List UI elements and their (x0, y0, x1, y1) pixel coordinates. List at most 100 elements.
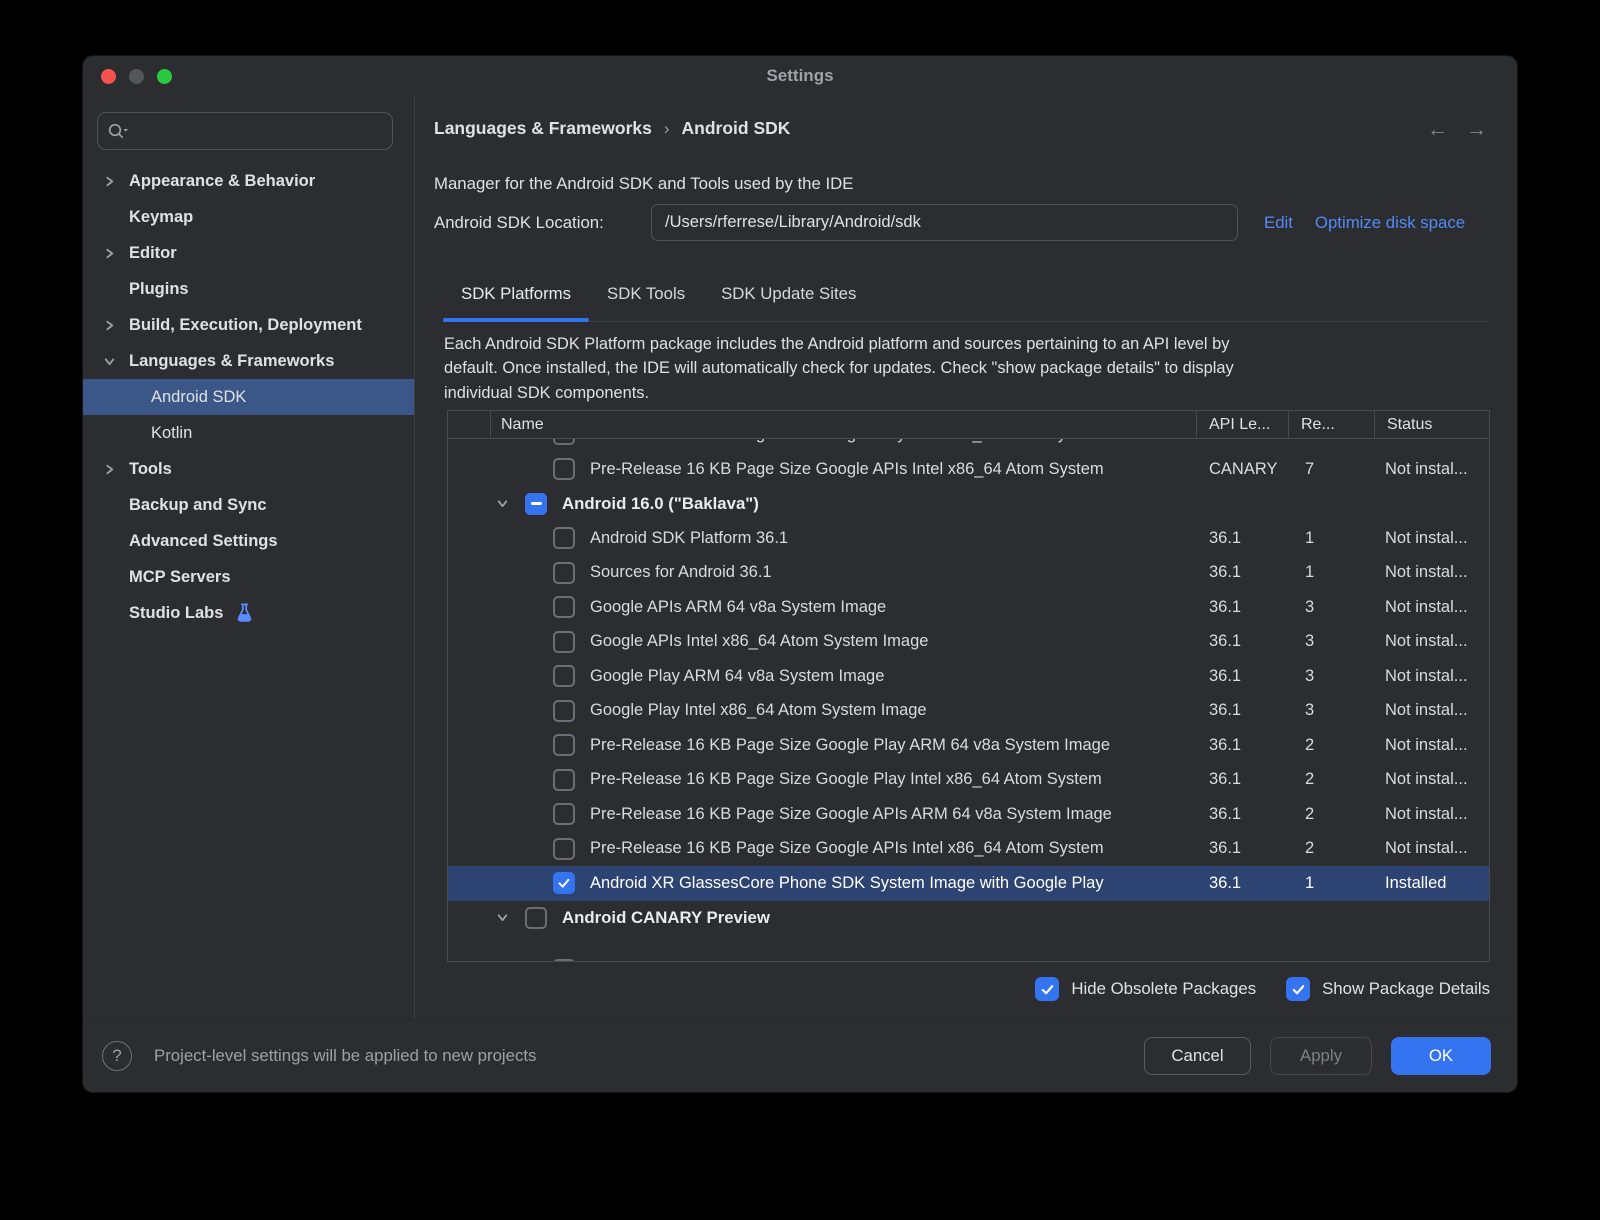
revision-cell: 1 (1289, 563, 1375, 582)
table-row-pre-release-16-kb-page-size-google-apis-arm-64-v8a-system-image[interactable]: Pre-Release 16 KB Page Size Google APIs … (448, 797, 1489, 832)
sidebar-item-appearance-behavior[interactable]: Appearance & Behavior (83, 163, 414, 199)
status-cell: Not instal... (1375, 770, 1490, 789)
close-window-icon[interactable] (101, 69, 116, 84)
name-cell: Google Play ARM 64 v8a System Image (448, 665, 1197, 687)
sidebar-item-keymap[interactable]: Keymap (83, 199, 414, 235)
sdk-location-input[interactable] (651, 204, 1238, 241)
sidebar-item-backup-and-sync[interactable]: Backup and Sync (83, 487, 414, 523)
forward-arrow-icon[interactable]: → (1466, 118, 1487, 142)
row-checkbox[interactable] (525, 493, 547, 515)
table-row-pre-release-16-kb-page-size-google-apis-intel-x86-64-atom-system[interactable]: Pre-Release 16 KB Page Size Google APIs … (448, 832, 1489, 867)
name-cell: Sources for Android 36.1 (448, 562, 1197, 584)
api-level-cell: 36.1 (1197, 632, 1289, 651)
table-row-pre-release-16-kb-page-size-google-play-intel-x86-64-atom-system[interactable]: Pre-Release 16 KB Page Size Google Play … (448, 439, 1489, 452)
chevron-down-icon[interactable] (496, 497, 509, 510)
api-level-cell: 36.1 (1197, 667, 1289, 686)
table-header-name[interactable]: Name (491, 411, 1197, 438)
table-row-google-apis-arm-64-v8a-system-image[interactable]: Google APIs ARM 64 v8a System Image 36.1… (448, 590, 1489, 625)
table-row-pre-release-16-kb-page-size-google-play-intel-x86-64-atom-system[interactable]: Pre-Release 16 KB Page Size Google Play … (448, 763, 1489, 798)
row-checkbox[interactable] (553, 700, 575, 722)
search-input[interactable] (129, 122, 383, 140)
table-row-android-sdk-platform-36-1[interactable]: Android SDK Platform 36.1 36.1 1 Not ins… (448, 521, 1489, 556)
table-row-google-play-intel-x86-64-atom-system-image[interactable]: Google Play Intel x86_64 Atom System Ima… (448, 694, 1489, 729)
sidebar-item-languages-frameworks[interactable]: Languages & Frameworks (83, 343, 414, 379)
option-checkbox[interactable] (1035, 977, 1059, 1001)
minimize-window-icon[interactable] (129, 69, 144, 84)
table-header-status[interactable]: Status (1375, 411, 1490, 438)
option-label: Hide Obsolete Packages (1071, 979, 1256, 999)
sidebar-item-plugins[interactable]: Plugins (83, 271, 414, 307)
footer-note: Project-level settings will be applied t… (154, 1046, 536, 1066)
sidebar-item-label: Android SDK (151, 388, 246, 407)
table-header-api-level[interactable]: API Le... (1197, 411, 1289, 438)
sidebar-item-kotlin[interactable]: Kotlin (83, 415, 414, 451)
sidebar-item-studio-labs[interactable]: Studio Labs (83, 595, 414, 631)
table-row-pre-release-16-kb-page-size-google-apis-intel-x86-64-atom-system[interactable]: Pre-Release 16 KB Page Size Google APIs … (448, 452, 1489, 487)
revision-cell: 3 (1289, 701, 1375, 720)
sidebar-item-label: Backup and Sync (129, 496, 267, 515)
settings-search-box[interactable] (97, 112, 393, 150)
ok-button[interactable]: OK (1391, 1037, 1491, 1075)
revision-cell: 3 (1289, 667, 1375, 686)
row-checkbox[interactable] (553, 527, 575, 549)
table-row-android-16-0-baklava[interactable]: Android 16.0 ("Baklava") (448, 487, 1489, 522)
sidebar-item-label: Keymap (129, 208, 193, 227)
sidebar-item-android-sdk[interactable]: Android SDK (83, 379, 414, 415)
tab-sdk-tools[interactable]: SDK Tools (589, 266, 703, 321)
name-cell: Pre-Release 16 KB Page Size Google APIs … (448, 458, 1197, 480)
help-icon[interactable]: ? (102, 1041, 132, 1071)
tab-sdk-update-sites[interactable]: SDK Update Sites (703, 266, 874, 321)
option-hide-obsolete-packages[interactable]: Hide Obsolete Packages (1035, 977, 1256, 1001)
table-row-google-apis-intel-x86-64-atom-system-image[interactable]: Google APIs Intel x86_64 Atom System Ima… (448, 625, 1489, 660)
row-checkbox[interactable] (553, 959, 575, 962)
sidebar-item-tools[interactable]: Tools (83, 451, 414, 487)
optimize-disk-space-link[interactable]: Optimize disk space (1315, 213, 1465, 233)
breadcrumb-languages-frameworks[interactable]: Languages & Frameworks (434, 118, 652, 139)
api-level-cell: 36.1 (1197, 770, 1289, 789)
table-row-android-xr-glassescore-phone-sdk-system-image-with-google-play[interactable]: Android XR GlassesCore Phone SDK System … (448, 866, 1489, 901)
row-checkbox[interactable] (553, 458, 575, 480)
sidebar-item-editor[interactable]: Editor (83, 235, 414, 271)
name-cell: Pre-Release 16 KB Page Size Google Play … (448, 734, 1197, 756)
option-show-package-details[interactable]: Show Package Details (1286, 977, 1490, 1001)
option-checkbox[interactable] (1286, 977, 1310, 1001)
status-cell: Not instal... (1375, 701, 1490, 720)
row-checkbox[interactable] (553, 769, 575, 791)
status-cell: Installed (1375, 874, 1490, 893)
zoom-window-icon[interactable] (157, 69, 172, 84)
back-arrow-icon[interactable]: ← (1427, 118, 1448, 142)
status-cell: Not instal... (1375, 839, 1490, 858)
table-header-revision[interactable]: Re... (1289, 411, 1375, 438)
table-row-sources-for-android-36-1[interactable]: Sources for Android 36.1 36.1 1 Not inst… (448, 556, 1489, 591)
table-row-android-canary-preview[interactable]: Android CANARY Preview (448, 901, 1489, 936)
sidebar-item-advanced-settings[interactable]: Advanced Settings (83, 523, 414, 559)
revision-cell: 1 (1289, 529, 1375, 548)
table-row-google-play-arm-64-v8a-system-image[interactable]: Google Play ARM 64 v8a System Image 36.1… (448, 659, 1489, 694)
chevron-down-icon (124, 129, 129, 132)
tab-sdk-platforms[interactable]: SDK Platforms (443, 266, 589, 321)
row-checkbox[interactable] (553, 562, 575, 584)
revision-cell: 3 (1289, 598, 1375, 617)
footer-note-area: ? Project-level settings will be applied… (102, 1020, 536, 1092)
apply-button[interactable]: Apply (1270, 1037, 1372, 1075)
row-checkbox[interactable] (553, 665, 575, 687)
name-cell (448, 959, 1197, 962)
row-checkbox[interactable] (553, 631, 575, 653)
cancel-button[interactable]: Cancel (1144, 1037, 1251, 1075)
api-level-cell: 36.1 (1197, 529, 1289, 548)
sidebar-item-mcp-servers[interactable]: MCP Servers (83, 559, 414, 595)
table-row-row[interactable] (448, 953, 1489, 962)
row-checkbox[interactable] (553, 596, 575, 618)
row-checkbox[interactable] (525, 907, 547, 929)
chevron-down-icon[interactable] (496, 911, 509, 924)
api-level-cell: 36.1 (1197, 874, 1289, 893)
row-checkbox[interactable] (553, 439, 575, 445)
edit-link[interactable]: Edit (1264, 213, 1293, 233)
active-tab-underline (443, 318, 589, 322)
row-checkbox[interactable] (553, 803, 575, 825)
row-checkbox[interactable] (553, 734, 575, 756)
sidebar-item-build-execution-deployment[interactable]: Build, Execution, Deployment (83, 307, 414, 343)
row-checkbox[interactable] (553, 838, 575, 860)
row-checkbox[interactable] (553, 872, 575, 894)
table-row-pre-release-16-kb-page-size-google-play-arm-64-v8a-system-image[interactable]: Pre-Release 16 KB Page Size Google Play … (448, 728, 1489, 763)
